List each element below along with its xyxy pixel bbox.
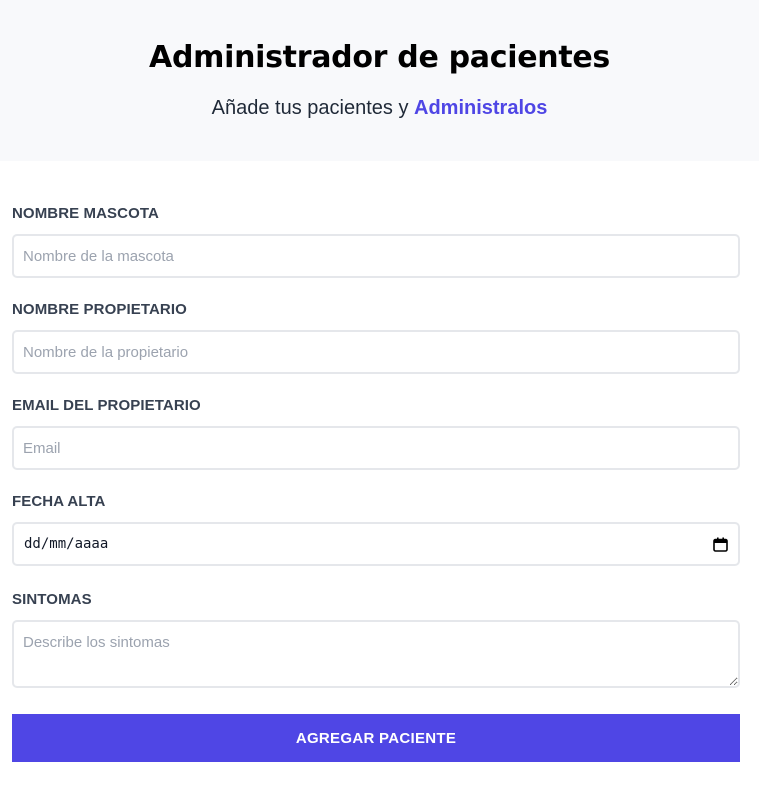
page-header: Administrador de pacientes Añade tus pac… [0, 0, 759, 161]
pet-name-input[interactable] [12, 234, 740, 278]
symptoms-label: SINTOMAS [12, 591, 92, 608]
owner-name-label: NOMBRE PROPIETARIO [12, 301, 187, 318]
date-label: FECHA ALTA [12, 493, 106, 510]
date-value: dd/mm/aaaa [24, 536, 109, 552]
add-patient-button[interactable]: AGREGAR PACIENTE [12, 714, 740, 762]
page-subtitle: Añade tus pacientes y Administralos [0, 94, 759, 122]
owner-email-label: EMAIL DEL PROPIETARIO [12, 397, 201, 414]
date-input[interactable]: dd/mm/aaaa [12, 522, 740, 566]
owner-name-input[interactable] [12, 330, 740, 374]
symptoms-textarea[interactable] [12, 620, 740, 688]
page-title: Administrador de pacientes [149, 40, 610, 75]
subtitle-text: Añade tus pacientes y [211, 97, 414, 119]
pet-name-label: NOMBRE MASCOTA [12, 205, 159, 222]
owner-email-input[interactable] [12, 426, 740, 470]
calendar-icon[interactable] [713, 537, 728, 552]
subtitle-accent: Administralos [414, 97, 548, 119]
